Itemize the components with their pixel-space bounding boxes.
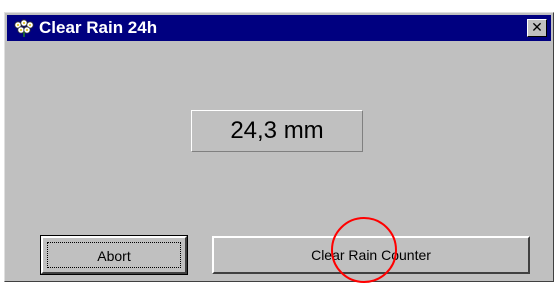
flower-cluster-icon (13, 19, 35, 37)
close-icon: ✕ (531, 20, 543, 36)
title-bar[interactable]: Clear Rain 24h ✕ (7, 15, 551, 41)
abort-button[interactable]: Abort (40, 235, 188, 275)
abort-button-label: Abort (47, 242, 181, 268)
clear-rain-counter-button[interactable]: Clear Rain Counter (212, 236, 530, 274)
close-button[interactable]: ✕ (527, 19, 547, 37)
clear-rain-dialog: Clear Rain 24h ✕ 24,3 mm Abort Clear Rai… (4, 12, 554, 282)
window-title: Clear Rain 24h (39, 18, 158, 37)
rain-value-display: 24,3 mm (191, 110, 363, 152)
